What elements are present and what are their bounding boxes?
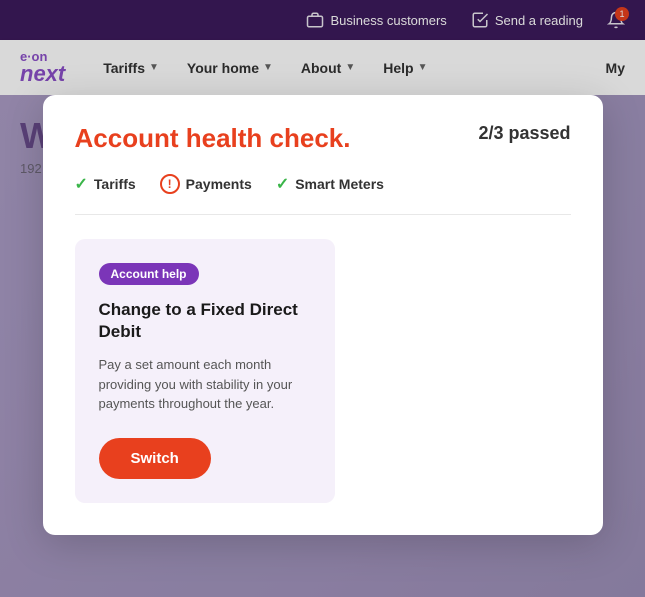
card-badge: Account help [99,263,199,285]
health-check-modal: Account health check. 2/3 passed ✓ Tarif… [43,95,603,535]
check-pass-icon: ✓ [75,174,88,194]
check-items-list: ✓ Tariffs ! Payments ✓ Smart Meters [75,174,571,215]
switch-button[interactable]: Switch [99,438,211,479]
check-item-payments: ! Payments [160,174,252,194]
check-item-smart-meters: ✓ Smart Meters [276,174,384,194]
check-pass-icon: ✓ [276,174,289,194]
card-description: Pay a set amount each month providing yo… [99,355,311,414]
check-smart-meters-label: Smart Meters [295,176,384,192]
modal-title: Account health check. [75,123,351,154]
check-tariffs-label: Tariffs [94,176,136,192]
modal-header: Account health check. 2/3 passed [75,123,571,154]
check-warning-icon: ! [160,174,180,194]
modal-overlay: Account health check. 2/3 passed ✓ Tarif… [0,0,645,597]
check-payments-label: Payments [186,176,252,192]
account-help-card: Account help Change to a Fixed Direct De… [75,239,335,503]
check-item-tariffs: ✓ Tariffs [75,174,136,194]
card-title: Change to a Fixed Direct Debit [99,299,311,343]
modal-score: 2/3 passed [478,123,570,144]
